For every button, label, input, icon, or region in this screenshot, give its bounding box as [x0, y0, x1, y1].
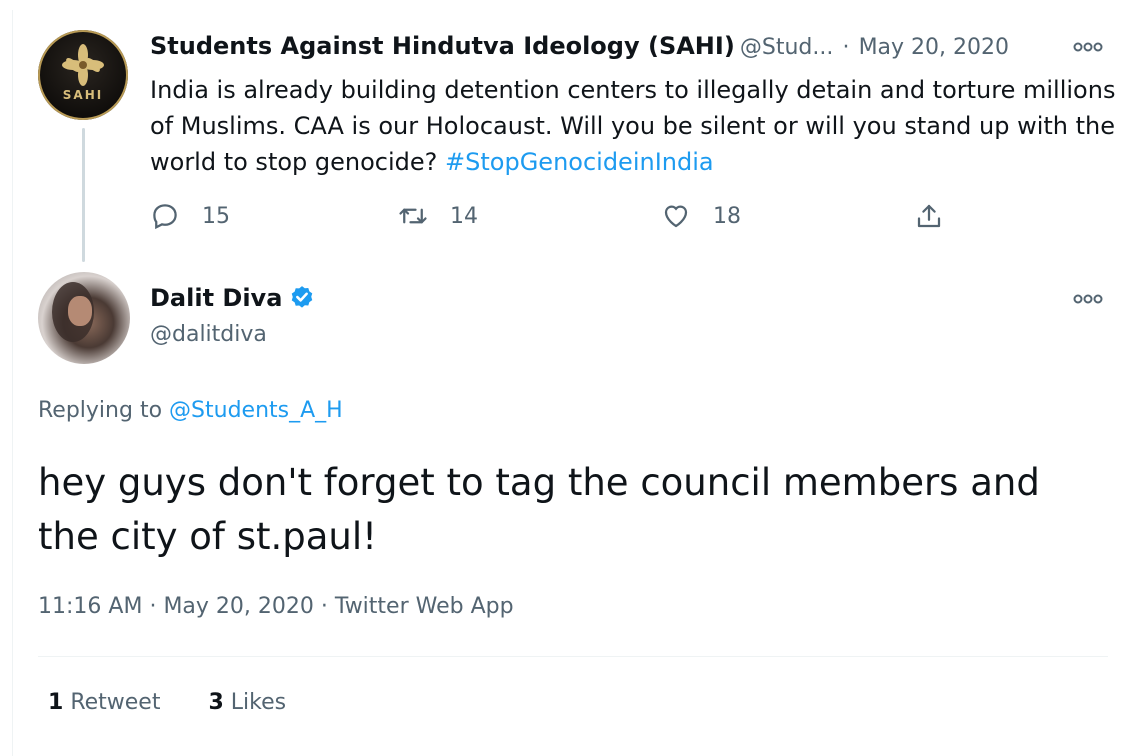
reply-action[interactable]: 15: [150, 201, 230, 231]
tweet-timestamp: 11:16 AM · May 20, 2020 · Twitter Web Ap…: [38, 594, 514, 619]
reply-display-name[interactable]: Dalit Diva: [150, 284, 282, 312]
verified-badge-icon: [292, 286, 313, 308]
replying-to-handle[interactable]: @Students_A_H: [169, 398, 343, 423]
likes-stat[interactable]: 3 Likes: [208, 690, 286, 715]
reply-handle[interactable]: @dalitdiva: [150, 322, 267, 347]
sahi-avatar[interactable]: SAHI: [38, 30, 128, 120]
reply-icon: [153, 204, 177, 230]
original-tweet-header: Students Against Hindutva Ideology (SAHI…: [150, 32, 1070, 60]
retweet-icon: [399, 208, 427, 224]
more-icon[interactable]: [1072, 288, 1104, 313]
tweet-date[interactable]: May 20, 2020: [163, 594, 313, 619]
like-count: 18: [713, 203, 741, 229]
share-icon: [917, 204, 941, 228]
time-separator-2: ·: [320, 594, 328, 619]
header-separator: ·: [842, 35, 850, 60]
retweet-stat[interactable]: 1 Retweet: [48, 690, 167, 715]
retweet-count: 14: [450, 203, 478, 229]
tweet-source[interactable]: Twitter Web App: [335, 594, 514, 619]
original-tweet-text: India is already building detention cent…: [150, 72, 1120, 180]
like-action[interactable]: 18: [661, 201, 741, 231]
left-border: [12, 10, 13, 756]
lotus-logo-icon: [62, 44, 104, 86]
heart-icon: [664, 205, 688, 228]
stats-divider: [38, 656, 1108, 657]
original-handle[interactable]: @Stud...: [740, 35, 833, 60]
retweet-stat-label: Retweet: [70, 690, 161, 715]
time-separator-1: ·: [149, 594, 157, 619]
avatar-label: SAHI: [62, 88, 104, 102]
likes-stat-label: Likes: [230, 690, 287, 715]
share-action[interactable]: [914, 201, 966, 231]
more-icon[interactable]: [1072, 36, 1104, 61]
engagement-stats: 1 Retweet 3 Likes: [48, 690, 286, 715]
original-display-name[interactable]: Students Against Hindutva Ideology (SAHI…: [150, 32, 735, 60]
replying-prefix: Replying to: [38, 398, 163, 423]
reply-count: 15: [202, 203, 230, 229]
retweet-action[interactable]: 14: [398, 201, 478, 231]
original-date[interactable]: May 20, 2020: [859, 35, 1009, 60]
thread-connector-line: [82, 128, 85, 262]
reply-author: Dalit Diva: [150, 284, 316, 312]
replying-to: Replying to @Students_A_H: [38, 398, 343, 423]
hashtag-link[interactable]: #StopGenocideinIndia: [445, 148, 714, 176]
likes-stat-count: 3: [208, 690, 224, 715]
reply-tweet-text: hey guys don't forget to tag the council…: [38, 461, 1040, 558]
dalitdiva-avatar[interactable]: [38, 272, 130, 364]
retweet-stat-count: 1: [48, 690, 64, 715]
tweet-time[interactable]: 11:16 AM: [38, 594, 142, 619]
